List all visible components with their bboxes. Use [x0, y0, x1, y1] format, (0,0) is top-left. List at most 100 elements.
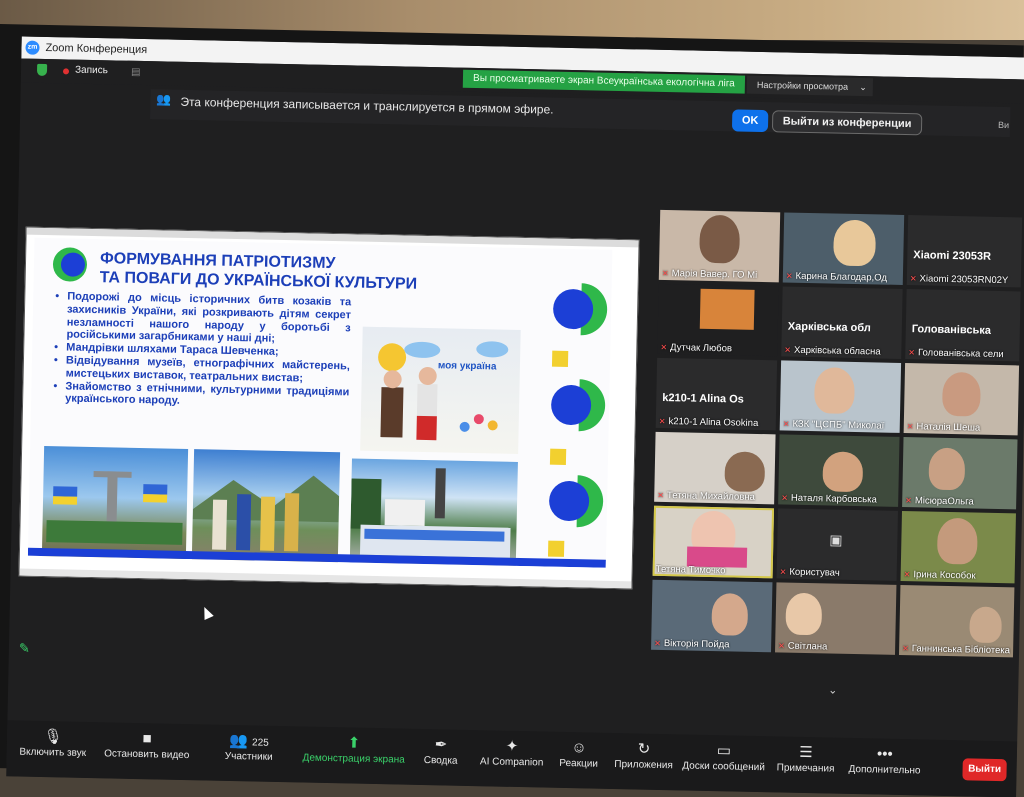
signal-icon: ▤ — [130, 66, 141, 78]
whiteboards-button[interactable]: ▭ Доски сообщений — [680, 740, 767, 773]
participant-name: ✕ Наталя Карбовська — [781, 492, 877, 506]
slide-bullet-list: Подорожі до місць історичних битв козакі… — [53, 290, 351, 411]
mic-muted-icon: ✕ — [658, 416, 666, 427]
participant-name: ✕ k210-1 Alina Osokina — [658, 416, 759, 429]
leave-button[interactable]: Выйти — [962, 758, 1007, 782]
participant-name: ✕ КЗК "ЦСПБ" Миколаї — [782, 418, 885, 432]
mic-muted-icon: ✕ — [654, 638, 661, 648]
zoom-logo-icon: zm — [25, 40, 40, 55]
participant-tile[interactable]: ✕ Наталія Шеша — [903, 363, 1020, 436]
notes-button[interactable]: ☰ Примечания — [772, 742, 839, 775]
participant-big-name: Xiaomi 23053R — [913, 249, 992, 263]
participant-tile[interactable]: ✕ Ірина Кособок — [900, 510, 1016, 584]
mic-muted-icon: ✕ — [908, 348, 916, 358]
apps-icon: ↻ — [637, 740, 651, 758]
whiteboard-icon: ▭ — [716, 742, 732, 760]
participant-video — [699, 214, 741, 264]
participant-big-name: Харківська обл — [787, 320, 871, 335]
stop-video-button[interactable]: ■ Остановить видео — [99, 728, 196, 761]
more-button[interactable]: ••• Дополнительно — [846, 744, 923, 777]
recording-notice-text: Эта конференция записывается и транслиру… — [180, 94, 554, 117]
slide-decoration — [547, 283, 608, 557]
annotate-pen-icon[interactable]: ✎ — [19, 641, 30, 657]
apps-button[interactable]: ↻ Приложения — [613, 739, 676, 772]
reactions-button[interactable]: ☺ Реакции — [553, 738, 606, 770]
participant-name: ✕ Користувач — [779, 566, 840, 579]
unmute-button[interactable]: 🎙 Включить звук — [13, 726, 94, 759]
more-dots-icon: ••• — [876, 745, 893, 763]
view-menu[interactable]: Ви — [998, 120, 1009, 130]
mic-muted-icon: ✕ — [660, 342, 668, 353]
summary-button[interactable]: ✒ Сводка — [419, 735, 464, 767]
share-screen-button[interactable]: ⬆ Демонстрация экрана — [299, 732, 410, 765]
slide-bullet: Подорожі до місць історичних битв козакі… — [54, 290, 351, 347]
participant-name: ✕ Харківська обласна — [784, 344, 881, 358]
share-screen-icon: ⬆ — [347, 734, 361, 752]
participant-name: ✕ Карина Благодар,Од — [785, 270, 888, 284]
mic-muted-icon: ✕ — [903, 570, 911, 580]
meeting-toolbar: 🎙 Включить звук ■ Остановить видео 👥 225 Уч… — [6, 720, 1018, 797]
participant-tile[interactable]: ✕ Карина Благодар,Од — [782, 212, 905, 285]
zoom-window: zm Zoom Конференция Запись ▤ Вы просматр… — [6, 36, 1024, 797]
participant-tile[interactable]: ✕ Марія Вавер. ГО Мі — [658, 209, 781, 283]
participant-tile[interactable]: Харківська обл ✕ Харківська обласна — [781, 286, 903, 359]
participant-tile[interactable]: Xiaomi 23053R ✕ Xiaomi 23053RN02Y — [906, 215, 1023, 288]
participant-video — [785, 592, 823, 636]
participant-name: ✕ Ганнинська Бібліотека — [902, 643, 1011, 657]
mic-muted-icon: ✕ — [657, 490, 665, 501]
ok-button[interactable]: OK — [731, 109, 769, 133]
emoji-icon: ☺ — [571, 739, 587, 757]
participant-tile[interactable]: ✕ КЗК "ЦСПБ" Миколаї — [779, 360, 902, 433]
participant-tile[interactable]: ▣ ✕ Користувач — [776, 508, 898, 581]
leave-meeting-button[interactable]: Выйти из конференции — [771, 110, 923, 136]
participant-big-name: k210-1 Alina Os — [662, 391, 744, 406]
view-settings-button[interactable]: Настройки просмотра ⌄ — [746, 75, 874, 97]
participant-name: ✕ Марія Вавер. ГО Мі — [661, 268, 758, 281]
participant-name: ✕ Світлана — [778, 640, 828, 653]
gallery-next-page-icon[interactable]: ⌄ — [828, 683, 837, 696]
participant-big-name: Голованівська — [911, 323, 992, 337]
monument-group-photo — [41, 446, 189, 562]
record-dot-icon — [62, 68, 70, 75]
participant-tile[interactable]: ✕ Наталя Карбовська — [778, 434, 900, 507]
recording-notice-icon: 👥 — [156, 92, 172, 107]
monument-illustration — [46, 471, 183, 545]
ai-companion-button[interactable]: ✦ AI Companion — [477, 736, 548, 769]
participant-tile[interactable]: ✕ Світлана — [775, 582, 897, 655]
participant-tile[interactable]: ✕ Дутчак Любов — [657, 283, 779, 357]
participant-name: ✕ Xiaomi 23053RN02Y — [909, 273, 1009, 287]
participant-tile[interactable]: ✕ Вікторія Пойда — [651, 579, 773, 653]
participant-video — [724, 451, 766, 493]
mic-muted-icon: ✕ — [906, 422, 914, 432]
participant-name: ✕ Ірина Кособок — [903, 569, 976, 582]
participants-icon: 👥 225 — [229, 731, 269, 750]
participant-name: ✕ Тетяна Михайловна — [657, 490, 755, 503]
children-drawing-photo: моя україна — [360, 326, 521, 454]
participant-name: ✕ Вікторія Пойда — [654, 638, 730, 651]
shield-icon[interactable] — [36, 63, 48, 76]
recording-label[interactable]: Запись — [75, 65, 108, 77]
slide-logo-icon — [52, 247, 87, 282]
participant-name: ✕ Голованівська сели — [908, 347, 1004, 361]
slide-bullet: Знайомство з етнічними, культурними трад… — [53, 380, 349, 412]
chevron-down-icon: ⌄ — [859, 82, 867, 93]
participant-name: ✕ Наталія Шеша — [906, 421, 981, 434]
participant-tile[interactable]: ✕ МісюраОльга — [902, 437, 1018, 510]
participant-tile[interactable]: ✕ Тетяна Михайловна — [654, 431, 776, 505]
shared-screen[interactable]: ФОРМУВАННЯ ПАТРІОТИЗМУ ТА ПОВАГИ ДО УКРА… — [18, 226, 640, 590]
video-off-icon: ▣ — [829, 531, 843, 548]
participant-tile[interactable]: Голованівська ✕ Голованівська сели — [905, 289, 1021, 362]
participant-video — [942, 371, 981, 417]
mic-muted-icon: ✕ — [779, 567, 787, 577]
drawing-caption: моя україна — [437, 360, 497, 373]
mic-muted-icon: ✕ — [902, 644, 909, 654]
monitor-bezel: zm Zoom Конференция Запись ▤ Вы просматр… — [0, 24, 1024, 797]
participant-tile[interactable]: k210-1 Alina Os ✕ k210-1 Alina Osokina — [655, 357, 778, 431]
mountain-group-photo — [191, 449, 341, 565]
participant-tile-active-speaker[interactable]: Тетяна Тимочко — [652, 505, 775, 579]
notes-icon: ☰ — [799, 743, 813, 762]
window-title: Zoom Конференция — [45, 41, 148, 57]
participants-button[interactable]: 👥 225 Участники — [211, 731, 288, 764]
mic-muted-icon: ✕ — [909, 274, 917, 284]
participant-tile[interactable]: ✕ Ганнинська Бібліотека — [898, 584, 1015, 658]
